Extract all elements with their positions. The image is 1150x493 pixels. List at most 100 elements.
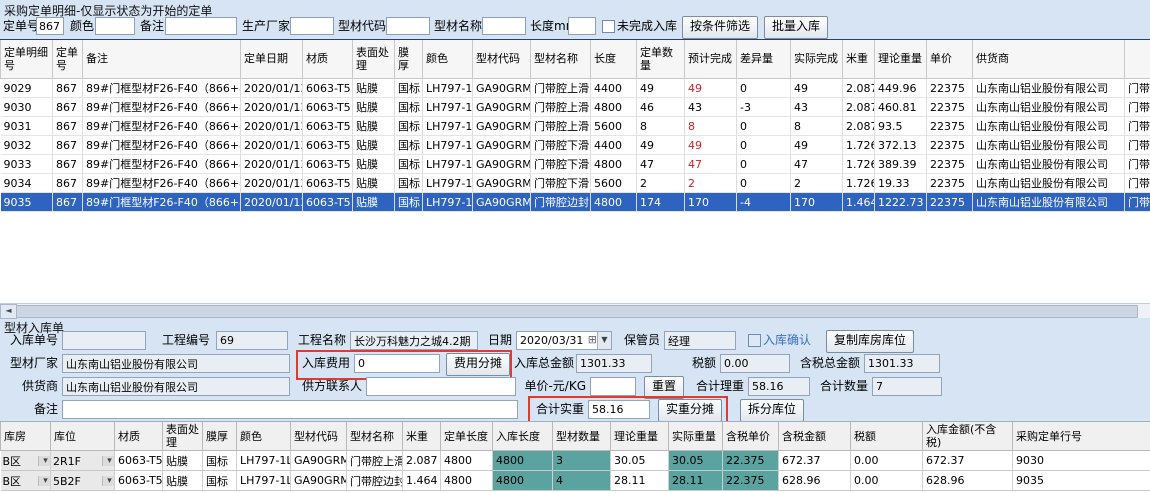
dropdown-arrow-icon[interactable]: ▼ [597,332,611,349]
actual-weight-input[interactable] [588,400,650,419]
cell[interactable]: 贴膜 [163,451,203,471]
column-header[interactable]: 定单长度 [441,422,493,451]
column-header[interactable]: 表面处理 [163,422,203,451]
unit-price-input[interactable] [590,377,636,396]
cell[interactable]: LH797-1LL0 [423,174,473,193]
cell[interactable]: 0.00 [851,471,923,491]
cell[interactable]: 89#门框型材F26-F40（866+867） [83,117,241,136]
cell[interactable]: 372.13 [875,136,927,155]
cell[interactable]: 174 [637,193,685,212]
cell[interactable]: 门带腔边封 [347,471,403,491]
cell[interactable]: 5B2F▾ [51,471,115,491]
cell[interactable]: 9030 [1013,451,1150,471]
cell[interactable]: 9034 [1,174,53,193]
cell[interactable]: LH797-1LL0 [423,155,473,174]
column-header[interactable]: 型材数量 [553,422,611,451]
inbound-confirm-checkbox[interactable] [748,334,761,347]
table-row[interactable]: B区▾5B2F▾6063-T5贴膜国标LH797-1LL0GA90GRM05门带… [1,471,1150,491]
unfinished-checkbox[interactable] [602,20,615,33]
column-header[interactable]: 含税金额 [779,422,851,451]
column-header[interactable]: 米重 [843,40,875,79]
cell[interactable]: LH797-1LL0 [423,117,473,136]
cell[interactable]: 山东南山铝业股份有限公司 [973,193,1125,212]
column-header[interactable]: 定单数量 [637,40,685,79]
cell[interactable]: GA90GRM03 [473,98,531,117]
cell[interactable]: 8 [791,117,843,136]
copy-warehouse-button[interactable]: 复制库房库位 [826,330,914,353]
cell[interactable]: 2020/01/13 [241,193,303,212]
cell[interactable]: 门带腔上滑 [531,117,591,136]
column-header[interactable]: 定单日期 [241,40,303,79]
column-header[interactable]: 理论重量 [875,40,927,79]
column-header[interactable]: 长度 [591,40,637,79]
cell[interactable]: GA90GRM04 [473,155,531,174]
cell[interactable]: 628.96 [779,471,851,491]
cell[interactable]: GA90GRM03 [291,451,347,471]
cell[interactable]: 6063-T5 [303,193,353,212]
column-header[interactable]: 定单号 [53,40,83,79]
cell[interactable]: LH797-1LL0 [423,79,473,98]
cell[interactable]: 山东南山铝业股份有限公司 [973,136,1125,155]
cell[interactable]: B区▾ [1,471,51,491]
cell[interactable]: GA90GRM03 [473,79,531,98]
cell[interactable]: 22375 [927,79,973,98]
cell[interactable]: GA90GRM04 [473,136,531,155]
cell[interactable]: 4800 [493,451,553,471]
column-header[interactable]: 备注 [83,40,241,79]
cell[interactable]: 2.087 [403,451,441,471]
cell[interactable]: 2020/01/13 [241,136,303,155]
cell[interactable]: 1222.73 [875,193,927,212]
cell[interactable]: 1.726 [843,136,875,155]
cell[interactable]: 山东南山铝业股份有限公司 [973,98,1125,117]
date-picker[interactable]: 2020/03/31 ⊞ ▼ [516,331,612,350]
cell[interactable]: 22375 [927,117,973,136]
reset-button[interactable]: 重置 [644,376,684,399]
column-header[interactable]: 实际重量 [669,422,723,451]
cell[interactable]: 22.375 [723,451,779,471]
cell[interactable]: 山东南山铝业股份有限公司 [973,79,1125,98]
cell[interactable]: 山东南山铝业股份有限公司 [973,174,1125,193]
cell[interactable]: 贴膜 [353,136,395,155]
column-header[interactable]: 表面处理 [353,40,395,79]
column-header[interactable]: 颜色 [423,40,473,79]
cell[interactable]: 49 [685,79,737,98]
cell[interactable]: GA90GRM05 [291,471,347,491]
table-row[interactable]: 903586789#门框型材F26-F40（866+867）2020/01/13… [1,193,1150,212]
column-header[interactable]: 税额 [851,422,923,451]
cell[interactable]: 门带腔下滑 [531,155,591,174]
cell[interactable]: 9035 [1013,471,1150,491]
column-header[interactable]: 含税单价 [723,422,779,451]
cell[interactable]: 贴膜 [353,193,395,212]
cell[interactable]: 国标 [395,136,423,155]
cell[interactable]: 4800 [591,155,637,174]
table-row[interactable]: 902986789#门框型材F26-F40（866+867）2020/01/13… [1,79,1150,98]
cell[interactable]: 2.087 [843,98,875,117]
cell[interactable]: 贴膜 [353,174,395,193]
column-header[interactable]: 型材代码 [473,40,531,79]
cell[interactable]: 2 [637,174,685,193]
cell[interactable]: 89#门框型材F26-F40（866+867） [83,136,241,155]
cell[interactable]: 8 [685,117,737,136]
cell[interactable]: 47 [685,155,737,174]
cell[interactable]: 22375 [927,98,973,117]
cell[interactable]: 6063-T5 [303,117,353,136]
column-header[interactable]: 预计完成 [685,40,737,79]
cell[interactable]: 9029 [1,79,53,98]
table-row[interactable]: 903086789#门框型材F26-F40（866+867）2020/01/13… [1,98,1150,117]
column-header[interactable]: 材质 [115,422,163,451]
cell[interactable]: 89#门框型材F26-F40（866+867） [83,193,241,212]
column-header[interactable] [1125,40,1150,79]
cell[interactable]: 49 [791,136,843,155]
remark-input[interactable] [62,400,518,419]
column-header[interactable]: 膜厚 [395,40,423,79]
column-header[interactable]: 米重 [403,422,441,451]
dropdown-arrow-icon[interactable]: ▾ [38,476,51,486]
cell[interactable]: 2R1F▾ [51,451,115,471]
cell[interactable]: 47 [791,155,843,174]
cell[interactable]: 6063-T5 [303,174,353,193]
cell[interactable]: 389.39 [875,155,927,174]
cell[interactable]: 6063-T5 [303,98,353,117]
cell[interactable]: 4400 [591,79,637,98]
cell[interactable]: 3 [553,451,611,471]
cell[interactable]: 门带腔下滑 [531,136,591,155]
